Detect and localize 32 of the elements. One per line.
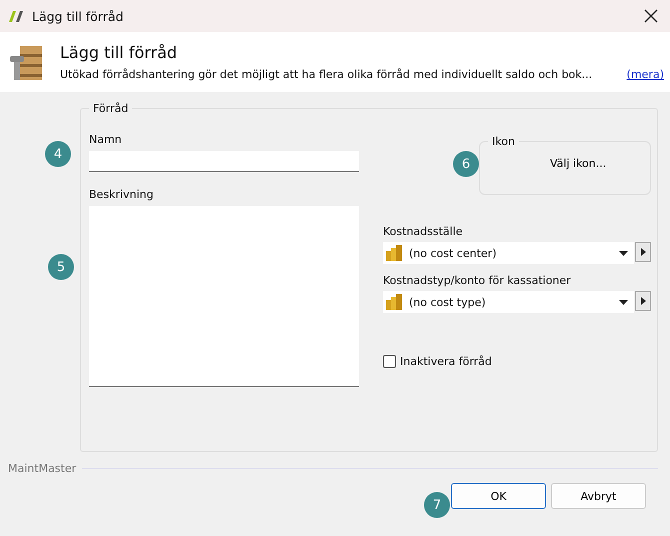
description-label: Beskrivning bbox=[89, 188, 154, 201]
dialog-button[interactable]: OK bbox=[451, 483, 546, 509]
description-field[interactable] bbox=[89, 206, 359, 387]
header-description: Utökad förrådshantering gör det möjligt att ha flera olika förråd med individuellt saldo och bok... bbox=[60, 68, 592, 81]
more-link[interactable]: (mera) bbox=[626, 68, 664, 81]
header-title: Lägg till förråd bbox=[60, 43, 178, 62]
play-icon bbox=[640, 248, 646, 256]
step-badge: 5 bbox=[48, 254, 74, 280]
choose-icon-button[interactable]: Välj ikon... bbox=[544, 156, 612, 171]
name-field[interactable] bbox=[89, 151, 359, 172]
step-badge: 4 bbox=[45, 141, 71, 167]
close-icon[interactable] bbox=[644, 9, 658, 23]
name-label: Namn bbox=[89, 133, 122, 146]
dialog-button[interactable]: Avbryt bbox=[551, 483, 646, 509]
play-icon bbox=[640, 297, 646, 305]
next-button[interactable] bbox=[635, 291, 651, 311]
caret-icon bbox=[619, 300, 628, 304]
step-badge: 6 bbox=[453, 151, 479, 177]
step-badge: 7 bbox=[424, 492, 450, 518]
group-title: Förråd bbox=[92, 102, 130, 115]
icon-group-title: Ikon bbox=[491, 135, 516, 148]
app-logo-icon bbox=[8, 9, 26, 23]
coins-icon bbox=[385, 245, 403, 261]
dropdown[interactable]: (no cost type) bbox=[383, 291, 634, 313]
dropdown-label: Kostnadsställe bbox=[383, 225, 463, 238]
caret-icon bbox=[619, 250, 628, 256]
next-button[interactable] bbox=[635, 242, 651, 262]
window-title: Lägg till förråd bbox=[32, 8, 124, 24]
coins-icon bbox=[385, 294, 403, 310]
dropdown[interactable]: (no cost center) bbox=[383, 242, 634, 264]
dropdown-label: Kostnadstyp/konto för kassationer bbox=[383, 274, 571, 287]
brand-label: MaintMaster bbox=[8, 462, 76, 475]
